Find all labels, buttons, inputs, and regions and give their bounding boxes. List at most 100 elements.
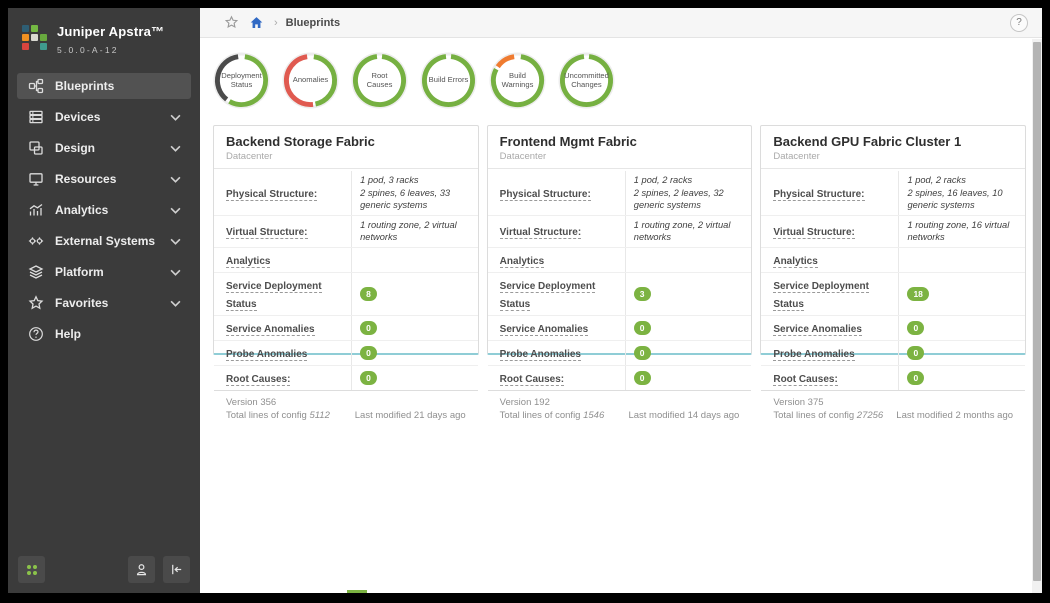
root-causes-link[interactable]: Root Causes:: [226, 373, 291, 386]
ring-uncommitted-changes[interactable]: Uncommitted Changes: [558, 52, 615, 109]
status-badge: 0: [633, 345, 651, 360]
sidebar-footer: [8, 556, 200, 583]
blueprint-cards: Backend Storage Fabric Datacenter Physic…: [213, 125, 1027, 421]
service-anomalies-link[interactable]: Service Anomalies: [226, 323, 315, 336]
sidebar-item-label: External Systems: [55, 234, 156, 248]
sidebar-nav: Blueprints Devices Design Resources Anal…: [8, 73, 200, 347]
virtual-structure-link[interactable]: Virtual Structure:: [773, 227, 855, 240]
brand-title: Juniper Apstra™: [57, 24, 165, 39]
chevron-down-icon: [170, 269, 181, 276]
card-footer: Version 192 Total lines of config 1546 L…: [487, 389, 752, 428]
root-causes-link[interactable]: Root Causes:: [499, 373, 565, 386]
collapse-left-icon: [172, 564, 182, 575]
analytics-link[interactable]: Analytics: [226, 255, 271, 268]
service-deployment-status-link[interactable]: Service Deployment Status: [226, 280, 322, 311]
scrollbar-thumb[interactable]: [1033, 42, 1041, 581]
ring-label: Anomalies: [292, 75, 329, 85]
sidebar-item-design[interactable]: Design: [17, 135, 191, 161]
main-area: › Blueprints ? Deployment Status Anomali…: [200, 8, 1042, 593]
service-deployment-status-link[interactable]: Service Deployment Status: [773, 280, 869, 311]
table-row: Virtual Structure: 1 routing zone, 2 vir…: [487, 215, 752, 248]
sidebar-item-help[interactable]: Help: [17, 321, 191, 347]
version-text: Version 192: [499, 396, 550, 408]
physical-structure-value: 2 spines, 16 leaves, 10 generic systems: [907, 187, 1003, 211]
analytics-link[interactable]: Analytics: [499, 255, 545, 268]
physical-structure-link[interactable]: Physical Structure:: [226, 188, 318, 201]
breadcrumb-page: Blueprints: [285, 16, 341, 29]
ring-build-warnings[interactable]: Build Warnings: [489, 52, 546, 109]
card-footer: Version 356 Total lines of config 5112 L…: [214, 389, 478, 428]
scrollbar-track[interactable]: [1032, 39, 1042, 593]
table-row: Service Anomalies 0: [487, 315, 752, 341]
collapse-sidebar-button[interactable]: [163, 556, 190, 583]
ring-build-errors[interactable]: Build Errors: [420, 52, 477, 109]
table-row: Service Deployment Status 8: [214, 272, 478, 316]
blueprint-title-link[interactable]: Frontend Mgmt Fabric: [500, 134, 740, 149]
external-systems-icon: [28, 233, 44, 249]
apps-grid-button[interactable]: [18, 556, 45, 583]
favorite-star-icon[interactable]: [224, 15, 239, 30]
app-window: Juniper Apstra™ 5.0.0-A-12 Blueprints De…: [8, 8, 1042, 593]
help-button[interactable]: ?: [1010, 13, 1028, 32]
chevron-down-icon: [170, 176, 181, 183]
service-anomalies-link[interactable]: Service Anomalies: [499, 323, 589, 336]
last-modified-text: Last modified 14 days ago: [628, 409, 740, 421]
cutoff-green-element: [347, 590, 367, 593]
blueprints-icon: [28, 78, 44, 94]
ring-label: Build Warnings: [501, 70, 534, 89]
probe-anomalies-link[interactable]: Probe Anomalies: [226, 348, 308, 361]
physical-structure-link[interactable]: Physical Structure:: [499, 188, 591, 201]
config-label: Total lines of config: [226, 409, 307, 421]
physical-structure-value: 1 pod, 3 racks: [360, 175, 419, 185]
ring-root-causes[interactable]: Root Causes: [351, 52, 408, 109]
version-text: Version 356: [226, 396, 277, 408]
status-badge: 0: [633, 320, 651, 335]
devices-icon: [28, 109, 44, 125]
physical-structure-link[interactable]: Physical Structure:: [773, 188, 865, 201]
virtual-structure-link[interactable]: Virtual Structure:: [226, 227, 308, 240]
table-row: Root Causes: 0: [214, 365, 478, 390]
table-row: Physical Structure: 1 pod, 2 racks 2 spi…: [761, 171, 1026, 216]
table-row: Virtual Structure: 1 routing zone, 2 vir…: [214, 215, 478, 248]
sidebar-item-devices[interactable]: Devices: [17, 104, 191, 130]
sidebar-item-resources[interactable]: Resources: [17, 166, 191, 192]
card-header: Frontend Mgmt Fabric Datacenter: [487, 126, 752, 169]
table-row: Physical Structure: 1 pod, 3 racks 2 spi…: [214, 171, 478, 216]
service-anomalies-link[interactable]: Service Anomalies: [773, 323, 862, 336]
status-badge: 0: [633, 370, 651, 385]
blueprint-card: Frontend Mgmt Fabric Datacenter Physical…: [486, 125, 753, 421]
chevron-down-icon: [170, 207, 181, 214]
status-badge: 0: [907, 370, 925, 385]
physical-structure-value: 1 pod, 2 racks: [907, 175, 966, 185]
table-row: Virtual Structure: 1 routing zone, 16 vi…: [761, 215, 1026, 248]
table-row: Root Causes: 0: [761, 365, 1025, 390]
analytics-link[interactable]: Analytics: [773, 255, 818, 268]
user-icon: [136, 564, 147, 576]
blueprint-title-link[interactable]: Backend GPU Fabric Cluster 1: [773, 134, 1013, 149]
ring-anomalies[interactable]: Anomalies: [282, 52, 339, 109]
home-icon[interactable]: [249, 15, 264, 30]
virtual-structure-link[interactable]: Virtual Structure:: [499, 227, 582, 240]
service-deployment-status-link[interactable]: Service Deployment Status: [499, 280, 596, 311]
sidebar-item-external-systems[interactable]: External Systems: [17, 228, 191, 254]
probe-anomalies-link[interactable]: Probe Anomalies: [499, 348, 581, 361]
platform-icon: [28, 264, 44, 280]
ring-label: Uncommitted Changes: [564, 70, 609, 89]
probe-anomalies-link[interactable]: Probe Anomalies: [773, 348, 855, 361]
last-modified-text: Last modified 2 months ago: [896, 409, 1014, 421]
root-causes-link[interactable]: Root Causes:: [773, 373, 838, 386]
blueprint-title-link[interactable]: Backend Storage Fabric: [226, 134, 466, 149]
config-label: Total lines of config: [499, 409, 581, 421]
virtual-structure-value: 1 routing zone, 16 virtual networks: [907, 219, 1010, 243]
sidebar-item-favorites[interactable]: Favorites: [17, 290, 191, 316]
sidebar-item-platform[interactable]: Platform: [17, 259, 191, 285]
status-badge: 0: [360, 370, 377, 385]
table-row: Service Anomalies 0: [761, 315, 1026, 341]
ring-deployment-status[interactable]: Deployment Status: [213, 52, 270, 109]
sidebar-item-analytics[interactable]: Analytics: [17, 197, 191, 223]
resources-icon: [28, 171, 44, 187]
sidebar-item-blueprints[interactable]: Blueprints: [17, 73, 191, 99]
config-label: Total lines of config: [773, 409, 855, 421]
table-row: Root Causes: 0: [488, 365, 752, 390]
user-button[interactable]: [128, 556, 155, 583]
